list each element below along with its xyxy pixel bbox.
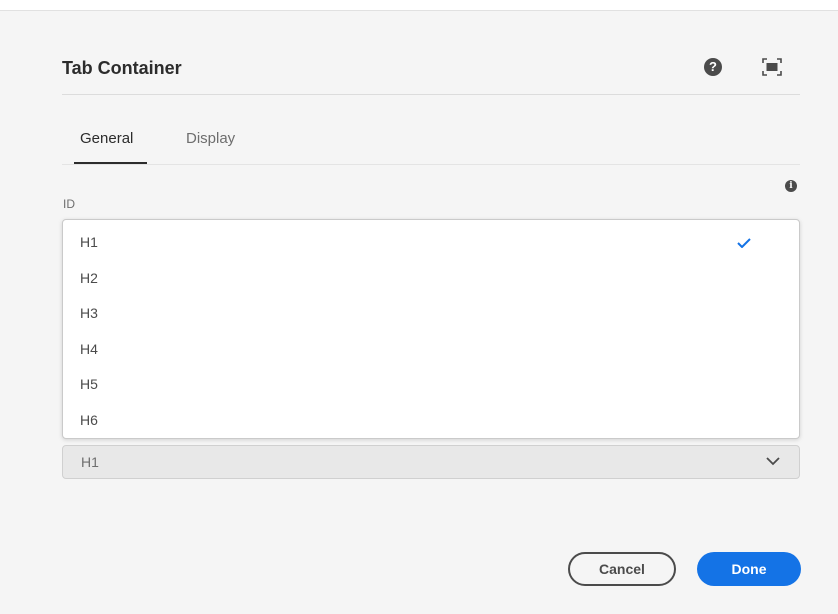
done-button[interactable]: Done	[697, 552, 801, 586]
dropdown-option-h6[interactable]: H6	[63, 402, 799, 438]
info-icon[interactable]: i	[785, 180, 797, 192]
option-label: H2	[80, 270, 98, 286]
tab-selected-indicator	[74, 162, 147, 164]
option-label: H4	[80, 341, 98, 357]
chevron-down-icon	[766, 457, 780, 466]
dropdown-option-h1[interactable]: H1	[63, 224, 799, 260]
tab-list: General Display	[62, 114, 800, 165]
dropdown-option-h2[interactable]: H2	[63, 260, 799, 296]
top-bar	[0, 0, 838, 11]
id-select[interactable]: H1	[62, 445, 800, 479]
id-dropdown-menu: H1 H2 H3 H4 H5 H6	[62, 219, 800, 439]
dialog-header: Tab Container ?	[62, 48, 800, 95]
dialog-title: Tab Container	[62, 58, 182, 78]
tab-general[interactable]: General	[80, 130, 133, 147]
option-label: H5	[80, 376, 98, 392]
help-icon[interactable]: ?	[704, 58, 722, 76]
tab-display[interactable]: Display	[186, 130, 235, 147]
dropdown-option-h5[interactable]: H5	[63, 366, 799, 402]
option-label: H6	[80, 412, 98, 428]
dropdown-option-h4[interactable]: H4	[63, 331, 799, 367]
id-field-label: ID	[63, 197, 75, 211]
checkmark-icon	[737, 238, 751, 248]
dropdown-option-h3[interactable]: H3	[63, 295, 799, 331]
option-label: H1	[80, 234, 98, 250]
id-select-value: H1	[81, 454, 99, 470]
fullscreen-icon[interactable]	[762, 58, 782, 76]
cancel-button[interactable]: Cancel	[568, 552, 676, 586]
option-label: H3	[80, 305, 98, 321]
